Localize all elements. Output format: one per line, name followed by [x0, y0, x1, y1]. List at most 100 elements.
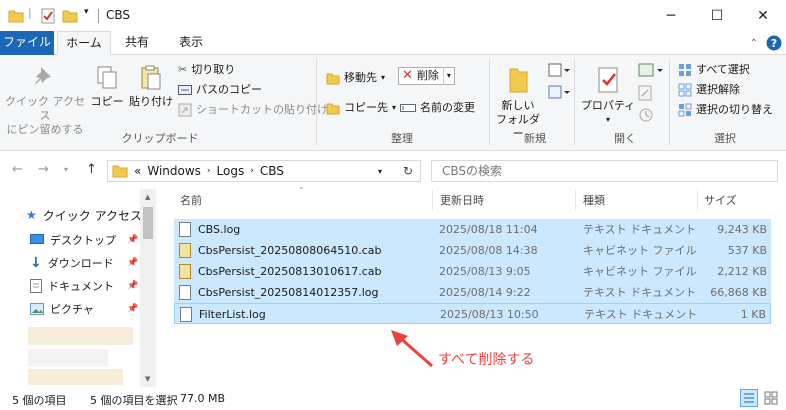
- tab-home[interactable]: ホーム: [57, 31, 111, 56]
- nav-pictures-label: ピクチャ: [50, 303, 94, 316]
- pinned-icon: 📌: [127, 281, 139, 291]
- breadcrumb-windows[interactable]: Windows: [147, 164, 201, 178]
- file-type: テキスト ドキュメント: [583, 223, 697, 236]
- tab-share[interactable]: 共有: [112, 31, 162, 55]
- large-icons-view-icon[interactable]: [762, 389, 780, 407]
- forward-arrow-icon[interactable]: →: [38, 162, 49, 177]
- file-row[interactable]: CbsPersist_20250808064510.cab 2025/08/08 …: [174, 240, 771, 261]
- quick-access-toolbar-dropdown-icon[interactable]: ▾: [84, 7, 89, 23]
- file-size: 1 KB: [740, 308, 766, 321]
- column-divider[interactable]: [575, 189, 576, 211]
- select-none-label: 選択解除: [696, 83, 740, 96]
- properties-quick-icon[interactable]: [40, 8, 56, 24]
- scroll-down-icon[interactable]: ▼: [145, 375, 150, 383]
- invert-selection-button[interactable]: 選択の切り替え: [678, 101, 773, 119]
- open-icon[interactable]: [638, 63, 664, 79]
- new-folder-quick-icon[interactable]: [62, 8, 78, 24]
- minimize-button[interactable]: ─: [648, 0, 694, 31]
- address-bar[interactable]: « Windows › Logs › CBS ▾ ↻: [107, 160, 421, 182]
- breadcrumb-chevron-icon[interactable]: ›: [207, 166, 211, 176]
- easy-access-icon[interactable]: [548, 85, 570, 101]
- column-divider[interactable]: [432, 189, 433, 211]
- copy-to-dropdown-icon: ▾: [392, 103, 397, 112]
- address-dropdown-icon[interactable]: ▾: [378, 167, 382, 176]
- select-all-button[interactable]: すべて選択: [678, 61, 750, 79]
- copy-label: コピー: [90, 95, 124, 108]
- invert-selection-icon: [678, 103, 692, 117]
- select-none-button[interactable]: 選択解除: [678, 81, 740, 99]
- collapse-ribbon-icon[interactable]: ⌃: [750, 38, 758, 49]
- copy-button[interactable]: コピー: [90, 65, 124, 109]
- nav-scrollbar[interactable]: ▲ ▼: [140, 189, 156, 387]
- history-icon[interactable]: [638, 107, 654, 123]
- help-area: ⌃ ?: [750, 35, 782, 51]
- nav-downloads[interactable]: ↓ ダウンロード: [30, 253, 114, 273]
- scroll-thumb[interactable]: [143, 207, 153, 239]
- delete-dropdown-icon[interactable]: ▾: [442, 67, 451, 85]
- pin-to-quick-access-button[interactable]: クイック アクセス にピン留めする: [4, 65, 86, 137]
- star-icon: ★: [26, 208, 37, 222]
- breadcrumb-cbs[interactable]: CBS: [260, 164, 284, 178]
- file-modified: 2025/08/18 11:04: [439, 223, 538, 236]
- rename-icon: [400, 104, 416, 112]
- breadcrumb-logs[interactable]: Logs: [217, 164, 245, 178]
- help-icon[interactable]: ?: [766, 35, 782, 51]
- new-item-icon[interactable]: [548, 63, 570, 79]
- new-group-label: 新規: [524, 132, 546, 145]
- address-overflow[interactable]: «: [134, 164, 141, 178]
- back-arrow-icon[interactable]: ←: [12, 162, 23, 177]
- search-input[interactable]: CBSの検索: [431, 160, 778, 182]
- tab-view[interactable]: 表示: [164, 31, 218, 55]
- delete-x-icon: ✕: [402, 68, 413, 83]
- file-row[interactable]: CbsPersist_20250813010617.cab 2025/08/13 …: [174, 261, 771, 282]
- clipboard-group-label: クリップボード: [121, 132, 199, 145]
- maximize-button[interactable]: ☐: [694, 0, 740, 31]
- file-row[interactable]: FilterList.log 2025/08/13 10:50 テキスト ドキュメン…: [174, 303, 771, 324]
- pictures-icon: [30, 303, 44, 315]
- column-header-size[interactable]: サイズ: [704, 189, 737, 213]
- recent-chevron-down-icon[interactable]: ▾: [64, 165, 68, 174]
- file-row[interactable]: CbsPersist_20250814012357.log 2025/08/14 …: [174, 282, 771, 303]
- breadcrumb-chevron-icon[interactable]: ›: [250, 166, 254, 176]
- obscured-item: [28, 327, 133, 345]
- column-header-name[interactable]: 名前: [180, 189, 202, 213]
- tab-file[interactable]: ファイル: [0, 31, 54, 55]
- file-size: 66,868 KB: [710, 286, 767, 299]
- edit-icon[interactable]: [638, 85, 654, 101]
- rename-button[interactable]: 名前の変更: [400, 99, 475, 117]
- nav-documents[interactable]: ドキュメント: [30, 276, 114, 296]
- refresh-icon[interactable]: ↻: [403, 164, 413, 178]
- scroll-up-icon[interactable]: ▲: [145, 193, 150, 201]
- properties-button[interactable]: プロパティ ▾: [580, 65, 636, 127]
- move-to-button[interactable]: 移動先 ▾: [326, 69, 385, 87]
- nav-quick-access[interactable]: ★ クイック アクセス: [26, 205, 142, 225]
- nav-quick-access-label: クイック アクセス: [42, 208, 142, 223]
- select-none-icon: [678, 83, 692, 97]
- pin-label-line2: にピン留めする: [6, 123, 84, 136]
- column-header-type[interactable]: 種類: [583, 189, 605, 213]
- cut-button[interactable]: ✂ 切り取り: [178, 61, 235, 79]
- pin-label-line1: クイック アクセス: [5, 95, 85, 122]
- copy-path-button[interactable]: パスのコピー: [178, 81, 262, 99]
- file-name: CbsPersist_20250814012357.log: [198, 286, 379, 299]
- address-row: ← → ▾ ↑ « Windows › Logs › CBS ▾ ↻ CBSの検…: [0, 151, 786, 189]
- copy-to-button[interactable]: コピー先 ▾: [326, 99, 396, 117]
- column-divider[interactable]: [697, 189, 698, 211]
- file-type: テキスト ドキュメント: [583, 286, 697, 299]
- select-group-label: 選択: [714, 132, 736, 145]
- delete-button[interactable]: ✕ 削除 ▾: [398, 67, 455, 85]
- nav-pictures[interactable]: ピクチャ: [30, 299, 94, 319]
- close-button[interactable]: ✕: [740, 0, 786, 31]
- navigation-pane: ★ クイック アクセス デスクトップ 📌 ↓ ダウンロード 📌 ドキュメント 📌…: [0, 189, 156, 387]
- paste-button[interactable]: 貼り付け: [128, 65, 174, 109]
- group-separator: [316, 59, 317, 145]
- copy-to-label: コピー先: [344, 101, 388, 114]
- nav-desktop[interactable]: デスクトップ: [30, 230, 116, 250]
- paste-shortcut-button[interactable]: ショートカットの貼り付け: [178, 101, 328, 119]
- file-row[interactable]: CBS.log 2025/08/18 11:04 テキスト ドキュメント 9,243 …: [174, 219, 771, 240]
- details-view-icon[interactable]: [740, 389, 758, 407]
- up-arrow-icon[interactable]: ↑: [86, 162, 97, 177]
- column-header-modified[interactable]: 更新日時: [440, 189, 484, 213]
- window-title: CBS: [106, 8, 131, 22]
- file-type: キャビネット ファイル: [583, 265, 697, 278]
